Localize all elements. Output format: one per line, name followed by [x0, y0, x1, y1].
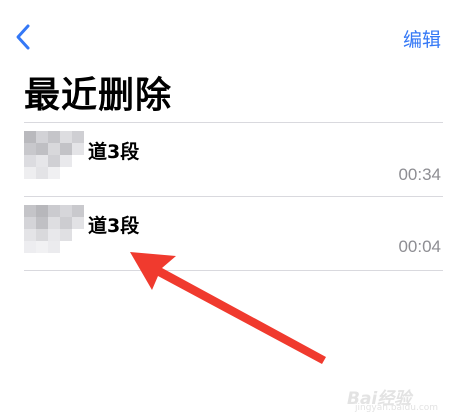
- recording-title: 道3段: [88, 215, 140, 237]
- watermark-url: jingyan.baidu.com: [355, 403, 439, 413]
- recording-row[interactable]: 道3段 00:04: [0, 197, 465, 271]
- edit-button[interactable]: 编辑: [403, 25, 441, 52]
- recording-duration: 00:34: [398, 165, 441, 184]
- recording-duration: 00:04: [398, 237, 441, 256]
- redacted-thumbnail: [24, 205, 94, 265]
- page-title: 最近删除: [24, 75, 173, 116]
- divider: [24, 270, 443, 271]
- recording-row[interactable]: 道3段 00:34: [0, 123, 465, 197]
- recording-title: 道3段: [88, 141, 140, 163]
- redacted-thumbnail: [24, 131, 94, 191]
- chevron-left-icon: [16, 24, 30, 50]
- navigation-bar: 编辑: [0, 0, 465, 60]
- back-button[interactable]: [12, 22, 38, 52]
- watermark: Bai经验 jingyan.baidu.com: [333, 384, 453, 414]
